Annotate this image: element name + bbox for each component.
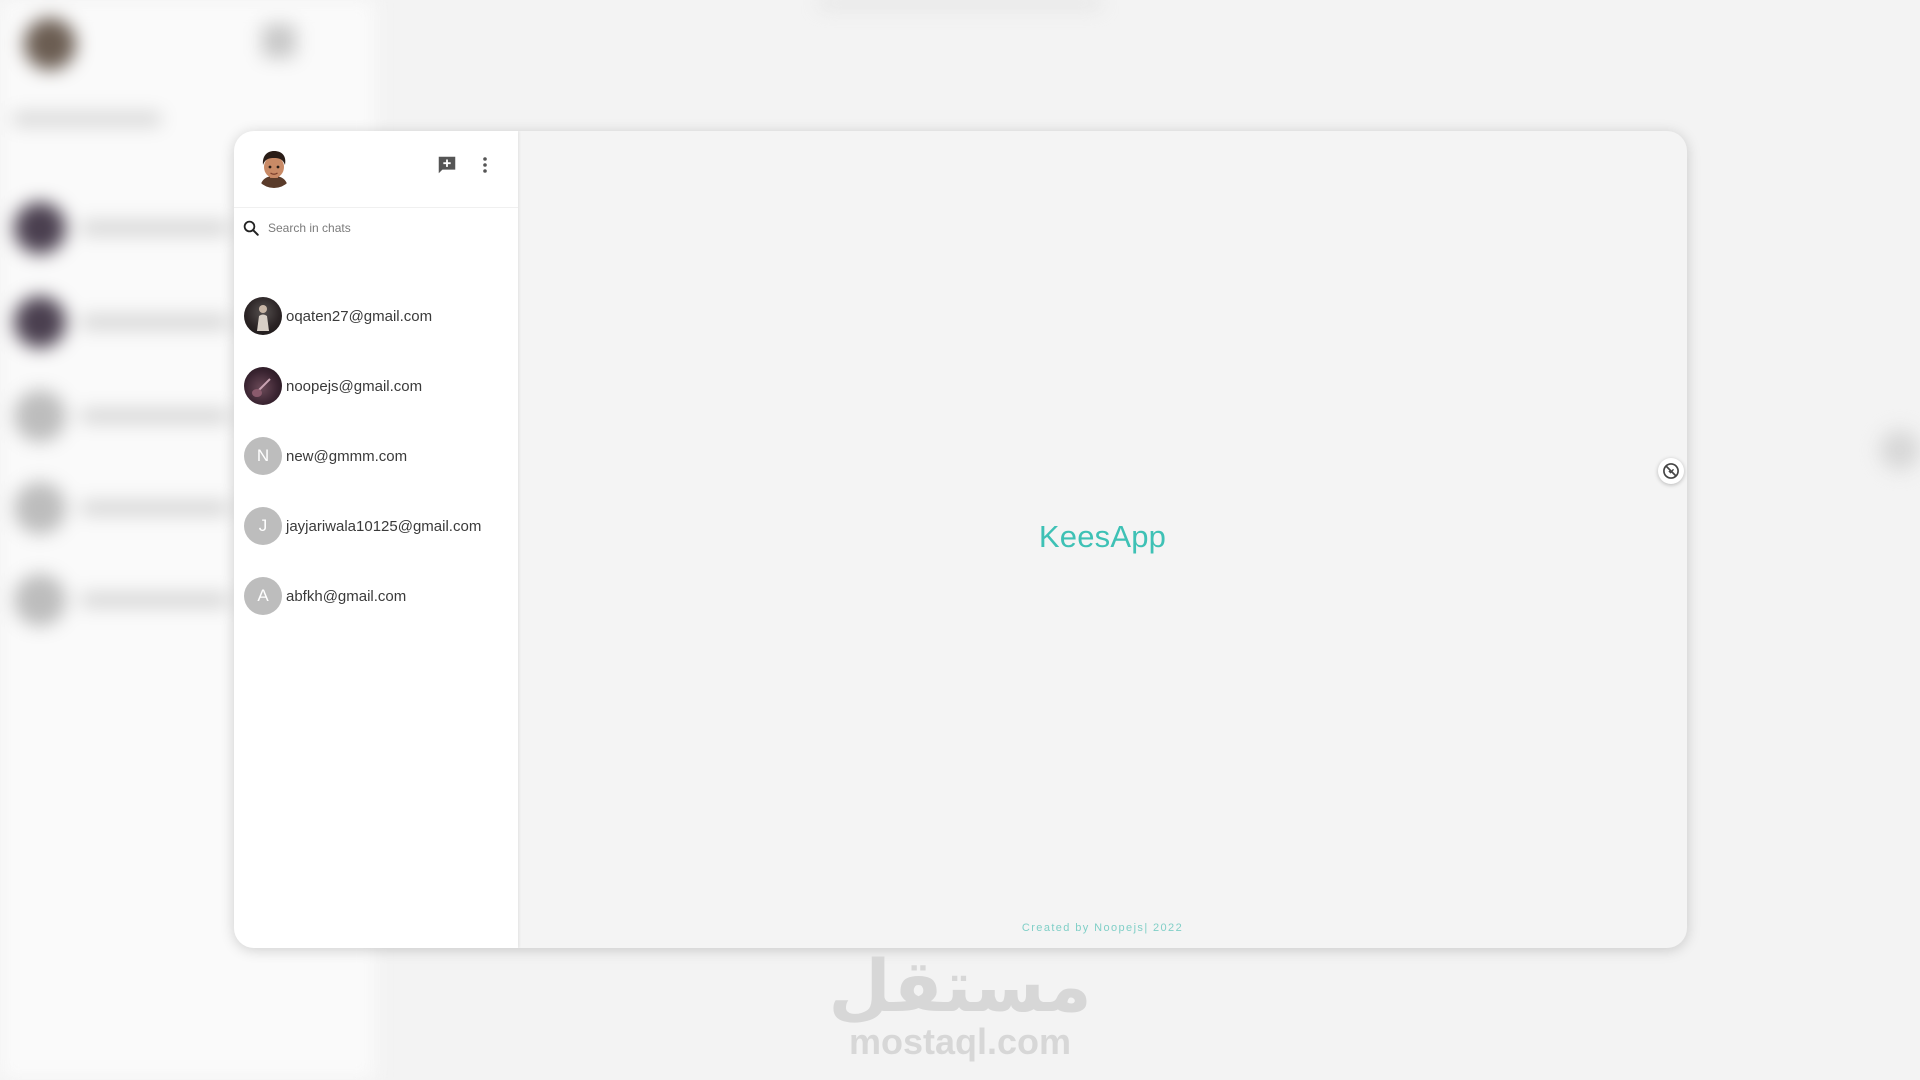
watermark-domain: mostaql.com	[848, 1021, 1072, 1062]
contact-email: noopejs@gmail.com	[286, 377, 423, 395]
chat-list-item[interactable]: N new@gmmm.com	[234, 421, 518, 491]
blurred-line	[80, 501, 230, 515]
block-button[interactable]	[1658, 458, 1684, 484]
watermark: مستقل mostaql.com	[800, 950, 1120, 1062]
block-icon	[1663, 463, 1679, 479]
watermark-logo-text: مستقل	[828, 944, 1092, 1028]
new-chat-icon	[438, 156, 456, 174]
search-icon	[243, 220, 259, 236]
guitar-photo-icon	[252, 378, 271, 397]
blurred-avatar-row	[14, 390, 66, 442]
app-window: oqaten27@gmail.com noopejs@gmail.com N n…	[234, 131, 1687, 948]
new-chat-button[interactable]	[433, 151, 461, 179]
main-panel: KeesApp Created by Noopejs| 2022	[518, 131, 1687, 948]
search-input[interactable]	[266, 220, 500, 236]
contact-avatar	[244, 367, 282, 405]
blurred-icon	[262, 24, 296, 58]
app-title: KeesApp	[1038, 519, 1167, 554]
chat-list-item[interactable]: noopejs@gmail.com	[234, 351, 518, 421]
contact-email: abfkh@gmail.com	[286, 587, 407, 605]
blurred-avatar-row	[14, 482, 66, 534]
blurred-line	[80, 409, 230, 423]
person-photo-icon	[257, 305, 269, 331]
more-vertical-icon	[483, 157, 487, 173]
contact-avatar: N	[244, 437, 282, 475]
memoji-avatar-icon	[254, 148, 294, 188]
blurred-line	[80, 315, 230, 329]
more-options-button[interactable]	[471, 151, 499, 179]
contact-avatar	[244, 297, 282, 335]
blurred-search	[12, 112, 162, 126]
blurred-line	[80, 593, 230, 607]
contact-email: oqaten27@gmail.com	[286, 307, 433, 325]
blurred-avatar-row	[14, 574, 66, 626]
sidebar-header	[234, 131, 518, 208]
user-avatar[interactable]	[254, 148, 294, 188]
blurred-topbar	[820, 0, 1100, 6]
search-bar	[242, 214, 510, 242]
chat-list-item[interactable]: oqaten27@gmail.com	[234, 281, 518, 351]
chat-list: oqaten27@gmail.com noopejs@gmail.com N n…	[234, 281, 518, 631]
blurred-avatar-row	[14, 296, 66, 348]
chat-list-item[interactable]: A abfkh@gmail.com	[234, 561, 518, 631]
sidebar: oqaten27@gmail.com noopejs@gmail.com N n…	[234, 131, 518, 948]
blurred-avatar	[24, 18, 76, 70]
blurred-button	[1880, 430, 1920, 470]
contact-email: new@gmmm.com	[286, 447, 408, 465]
contact-email: jayjariwala10125@gmail.com	[286, 517, 482, 535]
chat-list-item[interactable]: J jayjariwala10125@gmail.com	[234, 491, 518, 561]
footer-credit: Created by Noopejs| 2022	[1021, 922, 1184, 934]
blurred-line	[80, 221, 230, 235]
blurred-avatar-row	[14, 202, 66, 254]
contact-avatar: A	[244, 577, 282, 615]
contact-avatar: J	[244, 507, 282, 545]
